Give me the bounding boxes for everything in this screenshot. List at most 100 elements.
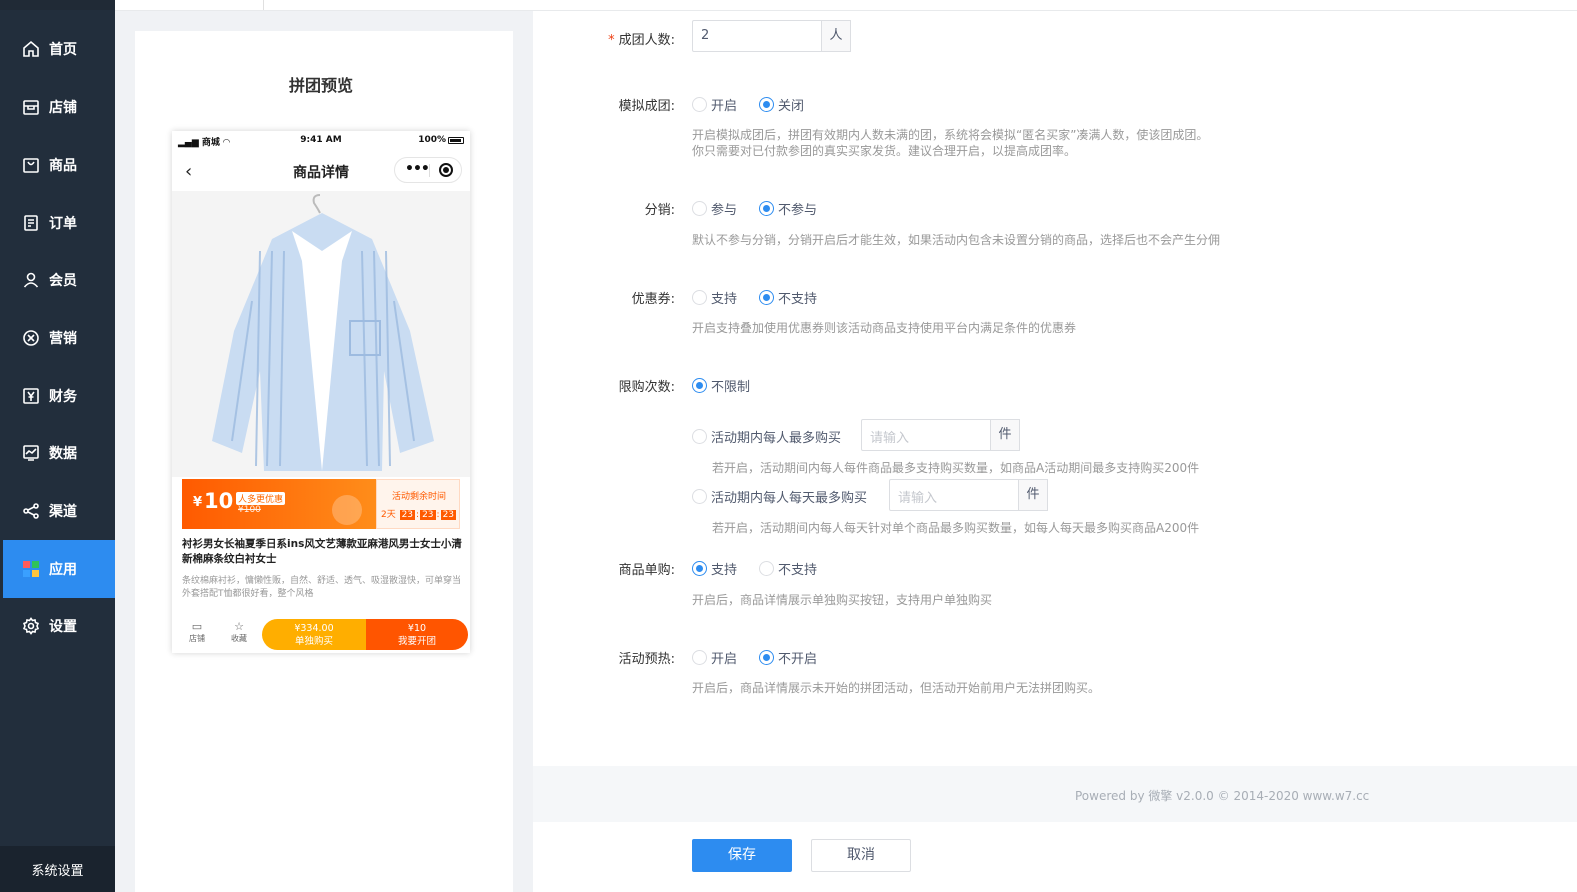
sidebar-item-label: 数据: [49, 446, 77, 462]
simulate-on-radio[interactable]: 开启: [692, 95, 737, 114]
group-settings-form: * 成团人数: 2 人 模拟成团: 开启 关闭 开启模拟成团后，拼团有效期内人数未…: [533, 11, 1577, 766]
sidebar-item-channels[interactable]: 渠道: [0, 482, 115, 540]
favorite-entry[interactable]: ☆ 收藏: [224, 621, 254, 644]
sidebar: 首页 店铺 商品 订单 会员 营销 财务 数据 渠道 应用 设置 系统设置: [0, 0, 115, 892]
home-icon: [23, 40, 39, 57]
group-price: 10: [204, 489, 234, 513]
header-divider: [263, 0, 264, 10]
single-buy-hint: 开启后，商品详情展示单独购买按钮，支持用户单独购买: [692, 593, 993, 607]
sidebar-item-finance[interactable]: 财务: [0, 367, 115, 425]
group-size-unit: 人: [822, 20, 851, 52]
coupon-support-radio[interactable]: 支持: [692, 288, 737, 307]
shop-entry[interactable]: ▭ 店铺: [182, 621, 212, 644]
share-icon: [23, 503, 39, 519]
preview-panel: 拼团预览 ▂▄▆ 商城 ◠ 9:41 AM 100% ‹ 商品详情 ••• ¥ …: [135, 31, 513, 892]
buy-alone-button[interactable]: ¥334.00 单独购买: [262, 619, 366, 650]
sidebar-item-label: 店铺: [49, 100, 77, 116]
more-icon[interactable]: •••: [405, 161, 430, 177]
sidebar-item-shop[interactable]: 店铺: [0, 78, 115, 136]
radio-dot: [692, 378, 707, 393]
sidebar-item-label: 营销: [49, 331, 77, 347]
sidebar-item-label: 渠道: [49, 504, 77, 520]
limit-day-radio[interactable]: 活动期内每人每天最多购买: [692, 487, 867, 506]
radio-dot: [692, 97, 707, 112]
countdown-block: 活动剩余时间 2天 23:23:23: [376, 479, 460, 529]
sidebar-item-data[interactable]: 数据: [0, 424, 115, 482]
limit-label: 限购次数:: [618, 380, 675, 395]
sidebar-item-orders[interactable]: 订单: [0, 194, 115, 252]
shirt-illustration: [172, 191, 470, 477]
original-price: ¥100: [238, 505, 261, 515]
phone-status-bar: ▂▄▆ 商城 ◠ 9:41 AM 100%: [172, 131, 470, 151]
radio-dot: [759, 650, 774, 665]
preview-title: 拼团预览: [288, 76, 353, 95]
preheat-off-radio[interactable]: 不开启: [759, 648, 817, 667]
system-settings-link[interactable]: 系统设置: [0, 846, 115, 892]
decor-mascot-icon: [332, 495, 362, 525]
phone-nav-bar: ‹ 商品详情 •••: [172, 151, 470, 191]
gear-icon: [22, 617, 40, 635]
battery-icon: [448, 137, 464, 144]
simulate-off-radio[interactable]: 关闭: [759, 95, 804, 114]
sidebar-item-label: 应用: [49, 562, 77, 578]
start-group-button[interactable]: ¥10 我要开团: [366, 619, 468, 650]
apps-icon: [23, 561, 39, 577]
shop-icon: [23, 100, 39, 115]
coupon-label: 优惠券:: [631, 292, 675, 307]
sidebar-item-apps[interactable]: 应用: [3, 540, 115, 598]
simulate-hint-2: 你只需要对已付款参团的真实买家发货。建议合理开启，以提高成团率。: [692, 144, 1077, 158]
sidebar-item-marketing[interactable]: 营销: [0, 309, 115, 367]
group-price-bar: ¥ 10 人多更优惠 ¥100 活动剩余时间 2天 23:23:23: [182, 479, 460, 529]
product-image: [172, 191, 470, 477]
sidebar-item-label: 商品: [49, 158, 77, 174]
close-miniapp-icon[interactable]: [439, 163, 453, 177]
single-buy-support-radio[interactable]: 支持: [692, 559, 737, 578]
radio-dot: [692, 201, 707, 216]
order-icon: [24, 215, 38, 231]
coupon-nosupport-radio[interactable]: 不支持: [759, 288, 817, 307]
distribution-skip-radio[interactable]: 不参与: [759, 199, 817, 218]
promo-tag: 人多更优惠: [236, 492, 286, 505]
product-description: 条纹棉麻衬衫，慵懒性贩，自然、舒适、透气、吸湿散湿快，可单穿当外套搭配T恤都很好…: [182, 576, 462, 599]
sidebar-item-goods[interactable]: 商品: [0, 136, 115, 194]
distribution-hint: 默认不参与分销，分销开启后才能生效，如果活动内包含未设置分销的商品，选择后也不会…: [692, 233, 1221, 247]
limit-activity-input[interactable]: 请输入: [861, 419, 991, 451]
countdown-title: 活动剩余时间: [391, 492, 446, 502]
marketing-icon: [23, 330, 39, 346]
sidebar-item-label: 财务: [49, 389, 77, 405]
radio-dot: [759, 201, 774, 216]
limit-activity-radio[interactable]: 活动期内每人最多购买: [692, 427, 841, 446]
radio-dot: [692, 429, 707, 444]
form-action-bar: 保存 取消: [533, 822, 1577, 892]
single-buy-label: 商品单购:: [618, 563, 675, 578]
group-size-label: * 成团人数:: [608, 33, 675, 48]
sidebar-item-members[interactable]: 会员: [0, 251, 115, 309]
coupon-hint: 开启支持叠加使用优惠券则该活动商品支持使用平台内满足条件的优惠券: [692, 321, 1077, 335]
save-button[interactable]: 保存: [692, 839, 792, 872]
page-footer: Powered by 微擎 v2.0.0 © 2014-2020 www.w7.…: [533, 766, 1577, 822]
sidebar-item-home[interactable]: 首页: [0, 20, 115, 78]
price-block: ¥ 10 人多更优惠 ¥100: [182, 479, 376, 529]
powered-by-text: Powered by 微擎 v2.0.0 © 2014-2020 www.w7.…: [1075, 789, 1370, 803]
radio-dot: [759, 97, 774, 112]
radio-dot: [759, 290, 774, 305]
sidebar-item-label: 会员: [49, 273, 77, 289]
purchase-bar: ▭ 店铺 ☆ 收藏 ¥334.00 单独购买 ¥10 我要开团: [172, 617, 470, 653]
cancel-button[interactable]: 取消: [811, 839, 911, 872]
limit-none-radio[interactable]: 不限制: [692, 376, 750, 395]
sidebar-item-settings[interactable]: 设置: [0, 597, 115, 655]
radio-dot: [692, 561, 707, 576]
preheat-on-radio[interactable]: 开启: [692, 648, 737, 667]
battery-percent: 100%: [418, 135, 446, 145]
radio-dot: [692, 290, 707, 305]
miniapp-capsule[interactable]: •••: [394, 157, 462, 183]
limit-day-hint: 若开启，活动期间内每人每天针对单个商品最多购买数量，如每人每天最多购买商品A20…: [712, 521, 1200, 535]
single-buy-nosupport-radio[interactable]: 不支持: [759, 559, 817, 578]
sidebar-item-label: 设置: [49, 619, 77, 635]
group-size-input[interactable]: 2: [692, 20, 822, 52]
simulate-label: 模拟成团:: [618, 99, 675, 114]
distribution-join-radio[interactable]: 参与: [692, 199, 737, 218]
limit-day-input[interactable]: 请输入: [889, 479, 1019, 511]
preheat-label: 活动预热:: [618, 652, 675, 667]
finance-icon: [23, 388, 39, 404]
